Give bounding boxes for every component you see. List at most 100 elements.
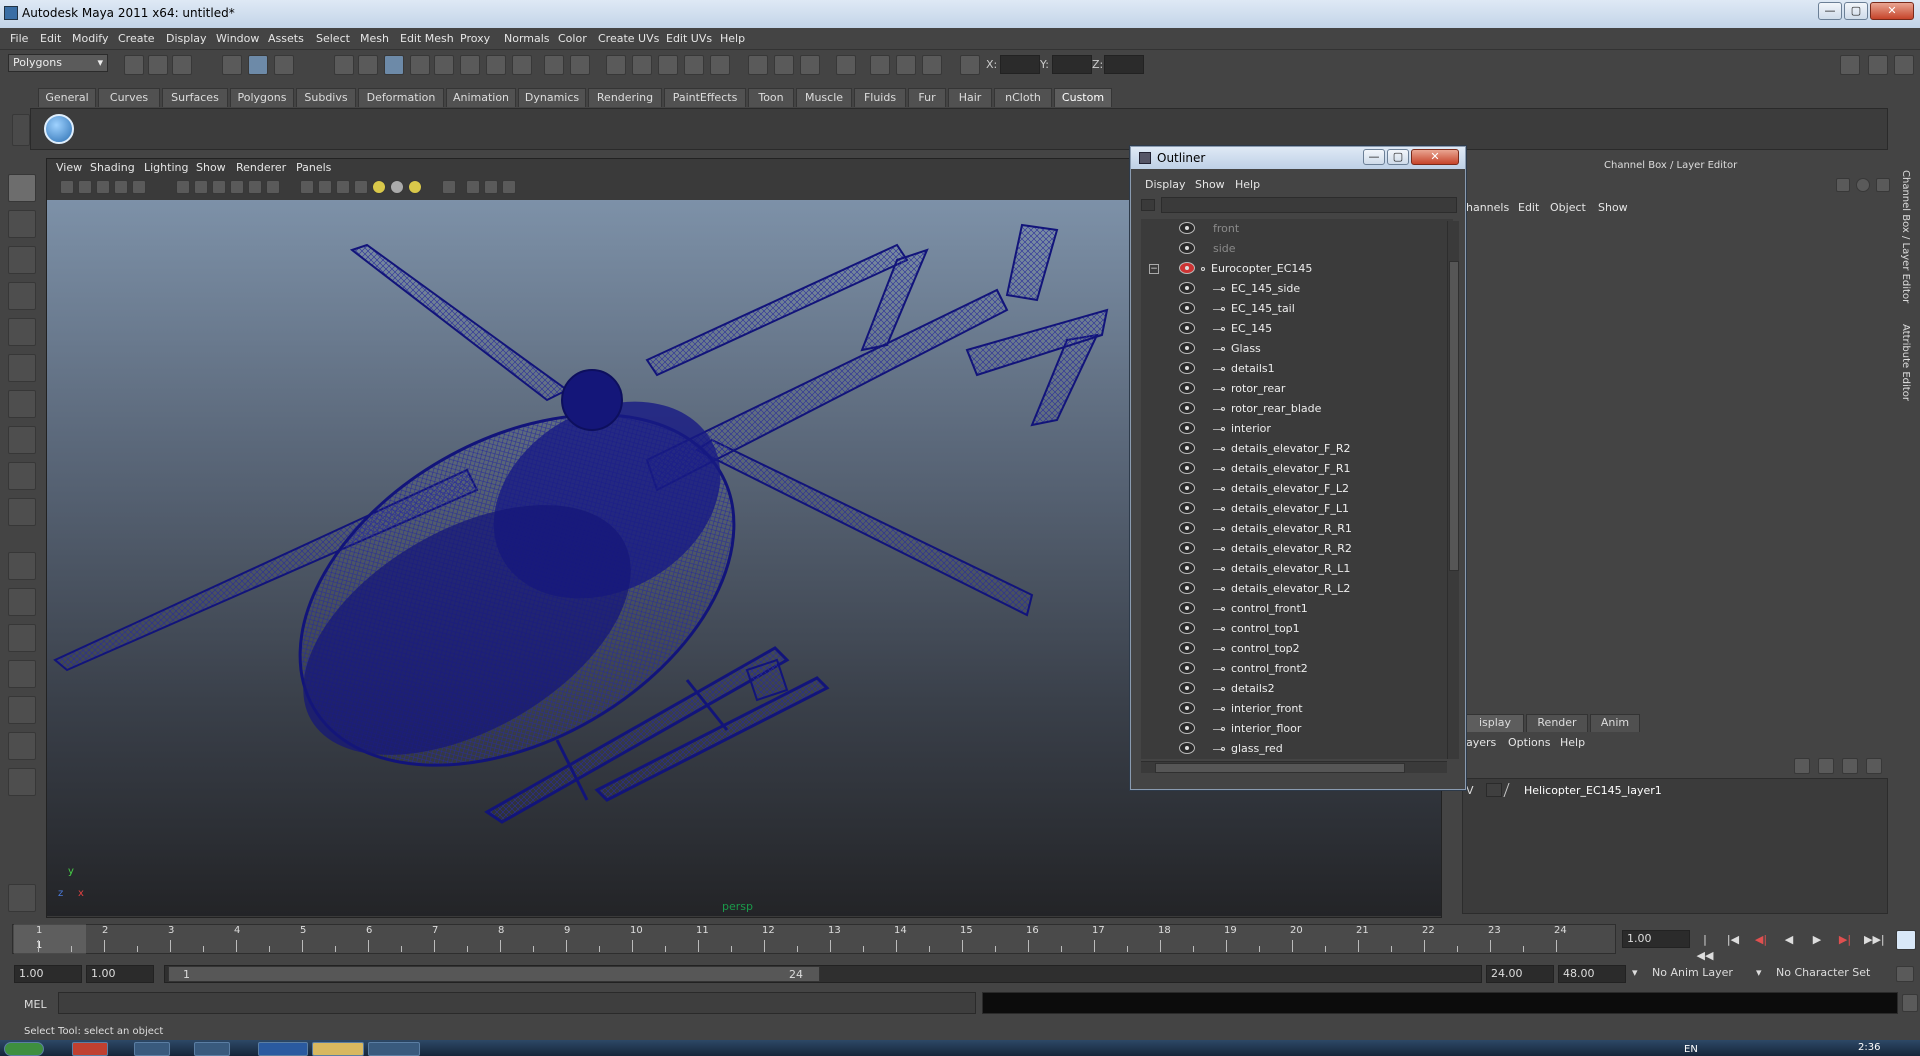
photoshop-taskbar-icon[interactable] [258, 1042, 308, 1056]
minimize-button[interactable]: — [1818, 2, 1842, 20]
shelf-tab-painteffects[interactable]: PaintEffects [664, 88, 746, 107]
current-time-field[interactable]: 1.00 [1622, 930, 1690, 948]
outliner-close-button[interactable]: ✕ [1411, 149, 1459, 165]
shelf-tab-polygons[interactable]: Polygons [230, 88, 294, 107]
mel-input[interactable] [58, 992, 976, 1014]
layer-row[interactable]: V Helicopter_EC145_layer1 [1466, 782, 1884, 800]
shadows-icon[interactable] [408, 180, 422, 194]
poly-count-icon[interactable] [8, 884, 36, 912]
field-chart-icon[interactable] [230, 180, 244, 194]
outliner-vscroll-thumb[interactable] [1449, 261, 1459, 571]
shelf-tab-surfaces[interactable]: Surfaces [162, 88, 228, 107]
last-tool-icon[interactable] [8, 498, 36, 526]
outliner-item[interactable]: details_elevator_F_L1 [1141, 499, 1441, 519]
bookmarks-icon[interactable] [96, 180, 110, 194]
select-hierarchy-icon[interactable] [222, 55, 242, 75]
outliner-item[interactable]: details_elevator_R_R2 [1141, 539, 1441, 559]
menu-file[interactable]: File [10, 32, 28, 45]
default-light-icon[interactable] [372, 180, 386, 194]
shelf-tab-curves[interactable]: Curves [98, 88, 160, 107]
maya-app-icon[interactable] [4, 6, 18, 20]
layer-playback-toggle[interactable] [1486, 783, 1502, 797]
outliner-item[interactable]: details_elevator_F_R2 [1141, 439, 1441, 459]
channel-slider-icon[interactable] [1876, 178, 1890, 192]
menu-display[interactable]: Display [166, 32, 207, 45]
shelf-tab-dynamics[interactable]: Dynamics [518, 88, 586, 107]
menu-normals[interactable]: Normals [504, 32, 550, 45]
universal-manipulator-icon[interactable] [8, 390, 36, 418]
shelf-tab-subdivs[interactable]: Subdivs [296, 88, 356, 107]
select-object-icon[interactable] [248, 55, 268, 75]
shelf-tab-toon[interactable]: Toon [748, 88, 794, 107]
grid-icon[interactable] [132, 180, 146, 194]
outliner-item[interactable]: control_top2 [1141, 639, 1441, 659]
four-view-layout-icon[interactable] [8, 588, 36, 616]
move-layer-down-icon[interactable] [1866, 758, 1882, 774]
show-manipulator-icon[interactable] [8, 462, 36, 490]
outliner-vertical-scrollbar[interactable] [1447, 221, 1459, 759]
safe-action-icon[interactable] [248, 180, 262, 194]
playback-start-field[interactable]: 1.00 [86, 965, 154, 983]
outliner-item[interactable]: control_front2 [1141, 659, 1441, 679]
outliner-item[interactable]: − Eurocopter_EC145 [1141, 259, 1441, 279]
shelf-tab-ncloth[interactable]: nCloth [994, 88, 1052, 107]
transform-field-icon[interactable] [960, 55, 980, 75]
move-tool-icon[interactable] [8, 282, 36, 310]
shelf-menu-icon[interactable] [12, 114, 30, 146]
make-live-icon[interactable] [434, 55, 454, 75]
outliner-item[interactable]: details_elevator_F_L2 [1141, 479, 1441, 499]
z-coord-field[interactable] [1104, 55, 1144, 74]
snapshot-icon[interactable] [748, 55, 768, 75]
menu-select[interactable]: Select [316, 32, 350, 45]
side-tab-channel-box[interactable]: Channel Box / Layer Editor [1900, 170, 1911, 303]
menu-edit[interactable]: Edit [40, 32, 61, 45]
outliner-item[interactable]: details_elevator_R_R1 [1141, 519, 1441, 539]
menu-assets[interactable]: Assets [268, 32, 304, 45]
outliner-item[interactable]: EC_145_tail [1141, 299, 1441, 319]
outliner-item[interactable]: front [1141, 219, 1441, 239]
lasso-tool-icon[interactable] [8, 210, 36, 238]
cb-menu-object[interactable]: Object [1550, 201, 1586, 214]
outliner-item[interactable]: control_top1 [1141, 619, 1441, 639]
channel-sync-icon[interactable] [1836, 178, 1850, 192]
character-set-dropdown[interactable]: No Character Set ▾ [1756, 965, 1888, 983]
shelf-tab-rendering[interactable]: Rendering [588, 88, 662, 107]
channel-speed-icon[interactable] [1856, 178, 1870, 192]
vp-menu-show[interactable]: Show [196, 161, 226, 174]
all-lights-icon[interactable] [390, 180, 404, 194]
vp-menu-lighting[interactable]: Lighting [144, 161, 188, 174]
language-indicator[interactable]: EN [1684, 1044, 1698, 1055]
hypershade-layout-icon[interactable] [8, 696, 36, 724]
channel-box-toggle-icon[interactable] [1894, 55, 1914, 75]
outliner-filter-field[interactable] [1161, 197, 1457, 213]
step-back-frame-button[interactable]: ◀| [1752, 932, 1770, 948]
shelf-tab-fur[interactable]: Fur [908, 88, 946, 107]
persp-graph-hypergraph-layout-icon[interactable] [8, 732, 36, 760]
start-button[interactable] [4, 1042, 44, 1056]
playblast-icon[interactable] [774, 55, 794, 75]
play-forwards-button[interactable]: ▶ [1808, 932, 1826, 948]
side-tab-attribute-editor[interactable]: Attribute Editor [1900, 324, 1911, 401]
outliner-item[interactable]: rotor_rear [1141, 379, 1441, 399]
animation-preferences-icon[interactable] [1896, 930, 1916, 950]
outliner-menu-help[interactable]: Help [1235, 178, 1260, 191]
attribute-editor-toggle-icon[interactable] [1840, 55, 1860, 75]
help-question-icon[interactable] [512, 55, 532, 75]
step-back-key-button[interactable]: |◀ [1724, 932, 1742, 948]
shelf-tab-general[interactable]: General [38, 88, 96, 107]
textured-icon[interactable] [354, 180, 368, 194]
outliner-item[interactable]: details1 [1141, 359, 1441, 379]
snap-view-plane-icon[interactable] [410, 55, 430, 75]
menu-create-uvs[interactable]: Create UVs [598, 32, 659, 45]
outliner-item[interactable]: EC_145 [1141, 319, 1441, 339]
cb-menu-channels[interactable]: hannels [1466, 201, 1509, 214]
vp-menu-renderer[interactable]: Renderer [236, 161, 286, 174]
cb-menu-edit[interactable]: Edit [1518, 201, 1539, 214]
shelf-tab-custom[interactable]: Custom [1054, 88, 1112, 107]
smooth-shade-icon[interactable] [318, 180, 332, 194]
vp-menu-panels[interactable]: Panels [296, 161, 331, 174]
rotate-tool-icon[interactable] [8, 318, 36, 346]
single-perspective-layout-icon[interactable] [8, 552, 36, 580]
gate-mask-icon[interactable] [212, 180, 226, 194]
go-to-end-button[interactable]: ▶▶| [1864, 932, 1885, 948]
